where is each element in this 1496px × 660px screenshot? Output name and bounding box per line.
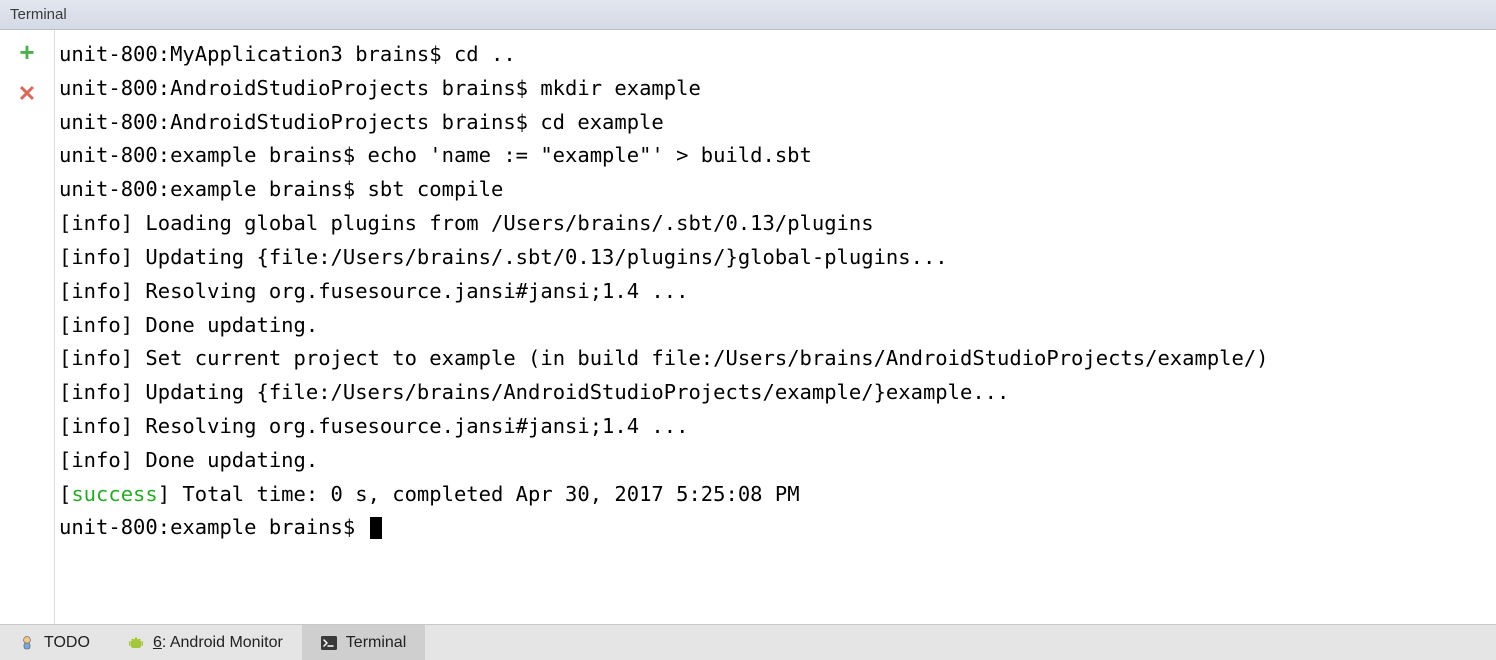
terminal-line: [info] Updating {file:/Users/brains/Andr… bbox=[59, 376, 1496, 410]
terminal-line: unit-800:example brains$ echo 'name := "… bbox=[59, 139, 1496, 173]
terminal-panel: + ✕ unit-800:MyApplication3 brains$ cd .… bbox=[0, 30, 1496, 624]
terminal-output[interactable]: unit-800:MyApplication3 brains$ cd ..uni… bbox=[55, 30, 1496, 624]
terminal-line: [info] Set current project to example (i… bbox=[59, 342, 1496, 376]
tab-label: 6: Android Monitor bbox=[153, 634, 283, 652]
info-tag: info bbox=[71, 211, 120, 235]
terminal-line: [info] Updating {file:/Users/brains/.sbt… bbox=[59, 241, 1496, 275]
terminal-line: [info] Resolving org.fusesource.jansi#ja… bbox=[59, 275, 1496, 309]
tab-terminal[interactable]: Terminal bbox=[302, 625, 425, 660]
panel-title: Terminal bbox=[10, 6, 67, 23]
bottom-tabs: TODO 6: Android Monitor Terminal bbox=[0, 624, 1496, 660]
cursor bbox=[370, 517, 382, 539]
terminal-icon bbox=[320, 634, 338, 652]
terminal-toolbar: + ✕ bbox=[0, 30, 55, 624]
terminal-line: [info] Done updating. bbox=[59, 444, 1496, 478]
tab-label: Terminal bbox=[346, 634, 406, 652]
plus-icon: + bbox=[19, 39, 34, 65]
tab-todo[interactable]: TODO bbox=[0, 625, 109, 660]
terminal-line: [info] Loading global plugins from /User… bbox=[59, 207, 1496, 241]
terminal-line: [info] Resolving org.fusesource.jansi#ja… bbox=[59, 410, 1496, 444]
terminal-line: unit-800:AndroidStudioProjects brains$ m… bbox=[59, 72, 1496, 106]
info-tag: info bbox=[71, 448, 120, 472]
info-tag: info bbox=[71, 245, 120, 269]
close-icon: ✕ bbox=[18, 83, 36, 105]
info-tag: info bbox=[71, 346, 120, 370]
info-tag: info bbox=[71, 279, 120, 303]
terminal-line: unit-800:example brains$ sbt compile bbox=[59, 173, 1496, 207]
terminal-line: [info] Done updating. bbox=[59, 309, 1496, 343]
info-tag: info bbox=[71, 313, 120, 337]
success-tag: success bbox=[71, 482, 157, 506]
new-session-button[interactable]: + bbox=[15, 40, 39, 64]
todo-icon bbox=[18, 634, 36, 652]
terminal-line: [success] Total time: 0 s, completed Apr… bbox=[59, 478, 1496, 512]
terminal-line: unit-800:MyApplication3 brains$ cd .. bbox=[59, 38, 1496, 72]
tab-label: TODO bbox=[44, 634, 90, 652]
terminal-line: unit-800:AndroidStudioProjects brains$ c… bbox=[59, 106, 1496, 140]
close-session-button[interactable]: ✕ bbox=[15, 82, 39, 106]
info-tag: info bbox=[71, 414, 120, 438]
panel-header: Terminal bbox=[0, 0, 1496, 30]
tab-android-monitor[interactable]: 6: Android Monitor bbox=[109, 625, 302, 660]
info-tag: info bbox=[71, 380, 120, 404]
terminal-line: unit-800:example brains$ bbox=[59, 511, 1496, 545]
android-icon bbox=[127, 634, 145, 652]
